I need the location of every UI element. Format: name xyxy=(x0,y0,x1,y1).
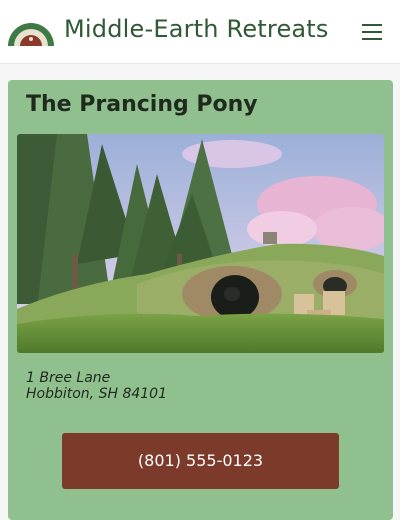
address-line2: Hobbiton, SH 84101 xyxy=(26,386,167,402)
listing-title: The Prancing Pony xyxy=(26,92,258,117)
hobbit-door-logo-icon[interactable] xyxy=(6,20,56,46)
site-header: Middle-Earth Retreats xyxy=(0,0,400,64)
call-phone-button[interactable]: (801) 555-0123 xyxy=(62,433,339,489)
hamburger-menu-icon[interactable] xyxy=(360,20,386,44)
address-line1: 1 Bree Lane xyxy=(26,370,111,386)
listing-address: 1 Bree Lane Hobbiton, SH 84101 xyxy=(26,370,167,402)
listing-card: The Prancing Pony 1 Bree Lane Hobbiton, … xyxy=(8,80,393,520)
hobbit-hole-photo xyxy=(17,134,384,353)
brand-name[interactable]: Middle-Earth Retreats xyxy=(64,15,329,43)
